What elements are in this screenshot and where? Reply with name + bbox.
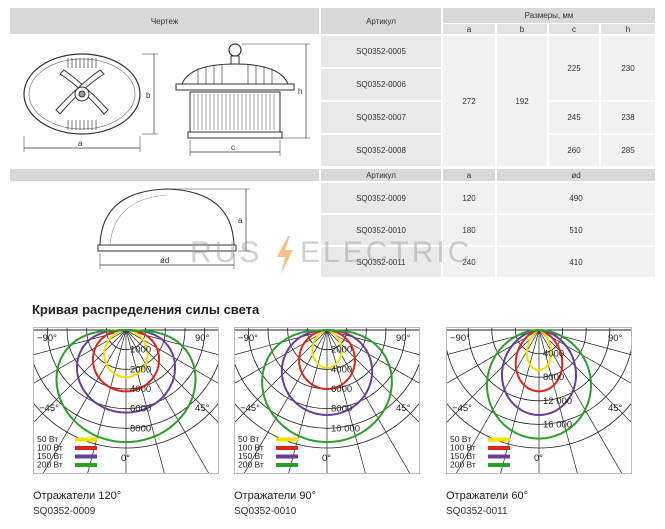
legend-label: 200 Вт <box>238 460 264 470</box>
ring-label: 1000 <box>130 345 151 356</box>
legend-swatch <box>276 446 298 450</box>
article-cell: SQ0352-0005 <box>321 36 441 67</box>
legend-label: 200 Вт <box>37 460 63 470</box>
header-drawing-2 <box>10 169 319 181</box>
legend-swatch <box>276 463 298 467</box>
value-h: 285 <box>601 135 655 166</box>
legend-swatch <box>488 437 510 442</box>
polar-diagram-90: 200040006000800010 000−90° 90°−45° 45°0°50… <box>234 327 420 474</box>
legend-swatch <box>488 454 510 459</box>
ring-label: 6000 <box>130 404 151 415</box>
value-c: 260 <box>549 135 599 166</box>
ring-label: 4000 <box>130 384 151 395</box>
caption-90: Отражатели 90° <box>234 490 316 502</box>
ring-label: 8000 <box>543 372 564 383</box>
angle-label: −45° <box>240 403 260 414</box>
article-cell: SQ0352-0006 <box>321 69 441 100</box>
luminaire-drawing: a b c h <box>23 43 310 156</box>
header-drawing: Чертеж <box>10 8 319 34</box>
angle-label: −45° <box>39 403 59 414</box>
legend-swatch <box>488 463 510 467</box>
angle-label: −90° <box>450 333 470 344</box>
ring-label: 6000 <box>331 384 352 395</box>
ring-label: 4000 <box>331 364 352 375</box>
angle-label: 45° <box>396 403 411 414</box>
value-a: 180 <box>443 215 495 245</box>
article-cell: SQ0352-0008 <box>321 135 441 166</box>
header-article: Артикул <box>321 8 441 34</box>
value-h: 238 <box>601 102 655 133</box>
angle-label: 0° <box>322 453 331 464</box>
ring-label: 8000 <box>331 404 352 415</box>
dim-label-c: c <box>231 143 235 152</box>
caption-article-120: SQ0352-0009 <box>33 506 96 517</box>
header-a-2: a <box>443 169 495 181</box>
subheader-h: h <box>601 24 655 34</box>
ring-label: 4000 <box>543 349 564 360</box>
value-a: 120 <box>443 183 495 213</box>
legend-swatch <box>488 446 510 450</box>
legend-swatch <box>75 454 97 459</box>
legend-swatch <box>75 446 97 450</box>
legend-swatch <box>75 463 97 467</box>
caption-120: Отражатели 120° <box>33 490 122 502</box>
header-dimensions: Размеры, мм <box>443 8 655 23</box>
article-cell: SQ0352-0007 <box>321 102 441 133</box>
article-cell: SQ0352-0010 <box>321 215 441 245</box>
caption-60: Отражатели 60° <box>446 490 528 502</box>
legend-label: 200 Вт <box>450 460 476 470</box>
dim-label-a2: a <box>238 216 243 225</box>
legend-swatch <box>75 437 97 442</box>
header-article-2: Артикул <box>321 169 441 181</box>
ring-label: 16 000 <box>543 419 572 430</box>
subheader-b: b <box>497 24 547 34</box>
dim-label-b: b <box>146 91 151 100</box>
caption-article-90: SQ0352-0010 <box>234 506 297 517</box>
ring-label: 8000 <box>130 423 151 434</box>
article-cell: SQ0352-0009 <box>321 183 441 213</box>
value-h: 230 <box>601 36 655 100</box>
angle-label: 45° <box>608 403 623 414</box>
subheader-c: c <box>549 24 599 34</box>
section-title: Кривая распределения силы света <box>32 302 260 317</box>
legend-swatch <box>276 437 298 442</box>
value-c: 225 <box>549 36 599 100</box>
ring-label: 2000 <box>331 345 352 356</box>
legend-swatch <box>276 454 298 459</box>
polar-diagram-60: 4000800012 00016 000−90° 90°−45° 45°0°50 В… <box>446 327 632 474</box>
value-b: 192 <box>497 36 547 166</box>
article-cell: SQ0352-0011 <box>321 247 441 277</box>
angle-label: 0° <box>121 453 130 464</box>
caption-article-60: SQ0352-0011 <box>446 506 508 517</box>
polar-diagram-120: 10002000400060008000−90° 90°−45° 45°0°50 В… <box>33 327 219 474</box>
value-a: 240 <box>443 247 495 277</box>
angle-label: 0° <box>534 453 543 464</box>
dim-label-h: h <box>298 87 302 96</box>
reflector-drawing: ød a <box>97 188 250 269</box>
angle-label: −90° <box>37 333 57 344</box>
ring-label: 10 000 <box>331 423 360 434</box>
subheader-a: a <box>443 24 495 34</box>
dim-label-od: ød <box>160 256 169 265</box>
value-od: 490 <box>497 183 655 213</box>
value-c: 245 <box>549 102 599 133</box>
value-a: 272 <box>443 36 495 166</box>
ring-label: 2000 <box>130 364 151 375</box>
angle-label: 90° <box>608 333 623 344</box>
angle-label: −45° <box>452 403 472 414</box>
value-od: 410 <box>497 247 655 277</box>
angle-label: 90° <box>396 333 411 344</box>
ring-label: 12 000 <box>543 396 572 407</box>
angle-label: 90° <box>195 333 210 344</box>
angle-label: 45° <box>195 403 210 414</box>
dim-label-a: a <box>78 139 83 148</box>
header-od: ød <box>497 169 655 181</box>
angle-label: −90° <box>238 333 258 344</box>
value-od: 510 <box>497 215 655 245</box>
